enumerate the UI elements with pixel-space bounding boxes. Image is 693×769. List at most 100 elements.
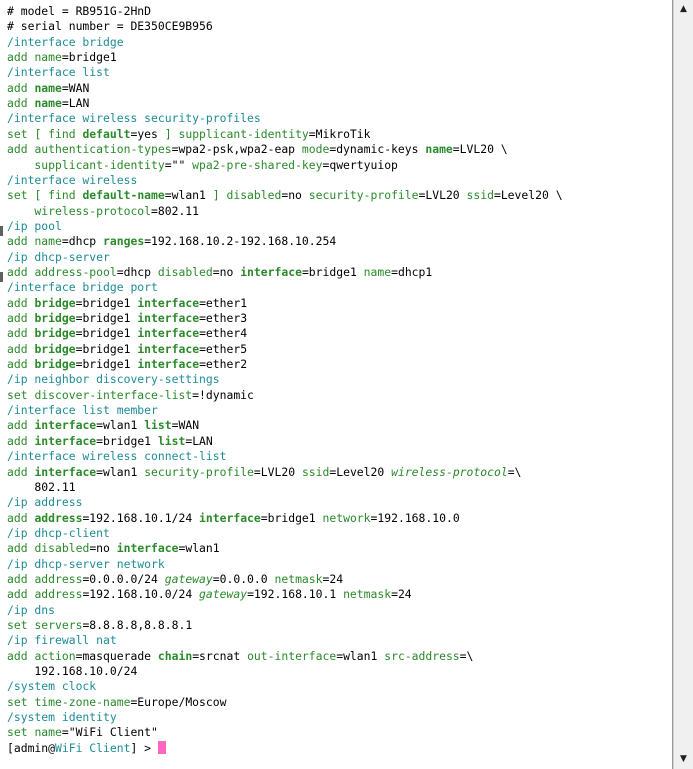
terminal-line: add bridge=bridge1 interface=ether1 — [7, 296, 247, 311]
line-segment: =192.168.10.0 — [370, 510, 460, 525]
line-segment: =MikroTik — [308, 126, 371, 141]
line-segment: add — [7, 234, 35, 249]
line-segment: set — [7, 387, 35, 402]
prompt-at: @ — [48, 740, 56, 755]
line-segment: =!dynamic — [192, 387, 254, 402]
line-segment: time-zone-name — [34, 694, 131, 709]
line-segment: interface — [116, 541, 179, 556]
line-segment: =dhcp1 — [391, 264, 433, 279]
line-segment: address — [34, 587, 83, 602]
line-segment: interface — [137, 326, 200, 341]
terminal-line: /interface wireless connect-list — [7, 449, 226, 464]
line-segment: address-pool — [34, 264, 117, 279]
line-segment: interface — [137, 357, 200, 372]
terminal-line: add bridge=bridge1 interface=ether3 — [7, 311, 247, 326]
line-segment: /ip dhcp-server — [7, 249, 110, 264]
terminal-line: # model = RB951G-2HnD — [7, 4, 151, 19]
line-segment: =ether2 — [199, 357, 248, 372]
line-segment: =0.0.0.0 — [212, 571, 275, 586]
terminal-output[interactable]: # model = RB951G-2HnD # serial number = D… — [0, 0, 673, 769]
prompt-user: admin — [13, 740, 49, 755]
line-segment: =bridge1 — [75, 357, 138, 372]
scroll-up-icon[interactable]: ▲ — [676, 2, 691, 17]
terminal-line: # serial number = DE350CE9B956 — [7, 19, 213, 34]
line-segment: gateway — [164, 571, 213, 586]
line-segment: add — [7, 464, 35, 479]
line-segment: ="" — [164, 157, 193, 172]
terminal-line: set name="WiFi Client" — [7, 725, 158, 740]
terminal-line: 192.168.10.0/24 — [7, 664, 137, 679]
line-segment: netmask — [274, 571, 323, 586]
line-segment: =802.11 — [151, 203, 200, 218]
line-segment: interface — [34, 433, 97, 448]
line-segment: =8.8.8.8,8.8.8.1 — [82, 618, 193, 632]
line-segment: =wlan1 — [178, 541, 220, 556]
line-segment: /interface bridge — [7, 34, 124, 49]
line-segment: =yes — [130, 126, 165, 141]
line-segment: =LVL20 — [253, 464, 302, 479]
line-segment: interface — [199, 510, 261, 525]
line-segment: =LAN — [185, 433, 213, 448]
line-segment: =wlan1 — [96, 418, 145, 433]
line-segment: set — [7, 618, 35, 632]
line-segment: add — [7, 357, 35, 372]
vertical-scrollbar[interactable]: ▲ ▼ — [673, 0, 693, 769]
terminal-line: add bridge=bridge1 interface=ether5 — [7, 342, 247, 357]
line-segment: wireless-protocol — [391, 464, 508, 479]
text-cursor — [157, 740, 166, 754]
scroll-down-icon[interactable]: ▼ — [676, 752, 691, 767]
terminal-line: add address=0.0.0.0/24 gateway=0.0.0.0 n… — [7, 572, 343, 587]
terminal-line: add name=bridge1 — [7, 50, 117, 65]
line-segment: =bridge1 — [75, 295, 138, 310]
terminal-line: set [ find default=yes ] supplicant-iden… — [7, 127, 371, 142]
line-segment: bridge — [34, 357, 76, 372]
line-segment: /interface bridge port — [7, 280, 158, 295]
line-segment: out-interface — [247, 648, 337, 663]
terminal-line: add bridge=bridge1 interface=ether2 — [7, 357, 247, 372]
line-segment: /ip dhcp-server network — [7, 556, 165, 571]
line-segment: ="WiFi Client" — [61, 725, 158, 740]
line-segment: authentication-types — [34, 142, 172, 157]
line-segment: name — [34, 725, 62, 740]
line-segment: wpa2-pre-shared-key — [192, 157, 323, 172]
line-segment: interface — [34, 464, 97, 479]
line-segment: ssid — [466, 188, 494, 203]
line-segment: =\ — [507, 464, 522, 479]
line-segment: /system identity — [7, 710, 117, 725]
terminal-line: /interface wireless security-profiles — [7, 111, 261, 126]
line-segment: =WAN — [61, 80, 90, 95]
terminal-line: add disabled=no interface=wlan1 — [7, 541, 220, 556]
terminal-line: /system identity — [7, 710, 117, 725]
line-segment: =LVL20 \ — [452, 142, 508, 157]
line-segment: =dynamic-keys — [329, 142, 426, 157]
terminal-line: wireless-protocol=802.11 — [7, 204, 199, 219]
scrollbar-track[interactable] — [678, 20, 689, 748]
line-segment: add — [7, 418, 35, 433]
line-segment: =192.168.10.0/24 — [82, 587, 200, 602]
line-segment: /interface wireless security-profiles — [7, 111, 261, 126]
command-prompt[interactable]: [admin@WiFi Client] > — [7, 740, 166, 756]
prompt-host: WiFi Client — [55, 740, 131, 755]
line-segment: ] disabled — [212, 188, 282, 203]
line-segment: add — [7, 96, 35, 111]
line-segment: default-name — [82, 188, 165, 203]
terminal-line: add authentication-types=wpa2-psk,wpa2-e… — [7, 142, 508, 157]
terminal-line: add address=192.168.10.1/24 interface=br… — [7, 511, 460, 526]
line-segment: name — [34, 80, 62, 95]
line-segment: /system clock — [7, 679, 97, 694]
line-segment: =24 — [322, 571, 344, 586]
terminal-line: /ip address — [7, 495, 82, 510]
line-segment: wireless-protocol — [7, 203, 152, 218]
line-segment: interface — [137, 341, 200, 356]
line-segment: name — [34, 96, 62, 111]
line-segment: /ip dhcp-client — [7, 525, 110, 540]
terminal-line: 802.11 — [7, 480, 75, 495]
line-segment: =wlan1 — [96, 464, 145, 479]
line-segment: add — [7, 341, 35, 356]
line-segment: =ether5 — [199, 341, 248, 356]
line-segment: set — [7, 694, 35, 709]
terminal-line: add interface=wlan1 list=WAN — [7, 418, 199, 433]
line-segment: add — [7, 80, 35, 95]
terminal-line: /ip neighbor discovery-settings — [7, 372, 220, 387]
line-segment: =no — [212, 264, 241, 279]
